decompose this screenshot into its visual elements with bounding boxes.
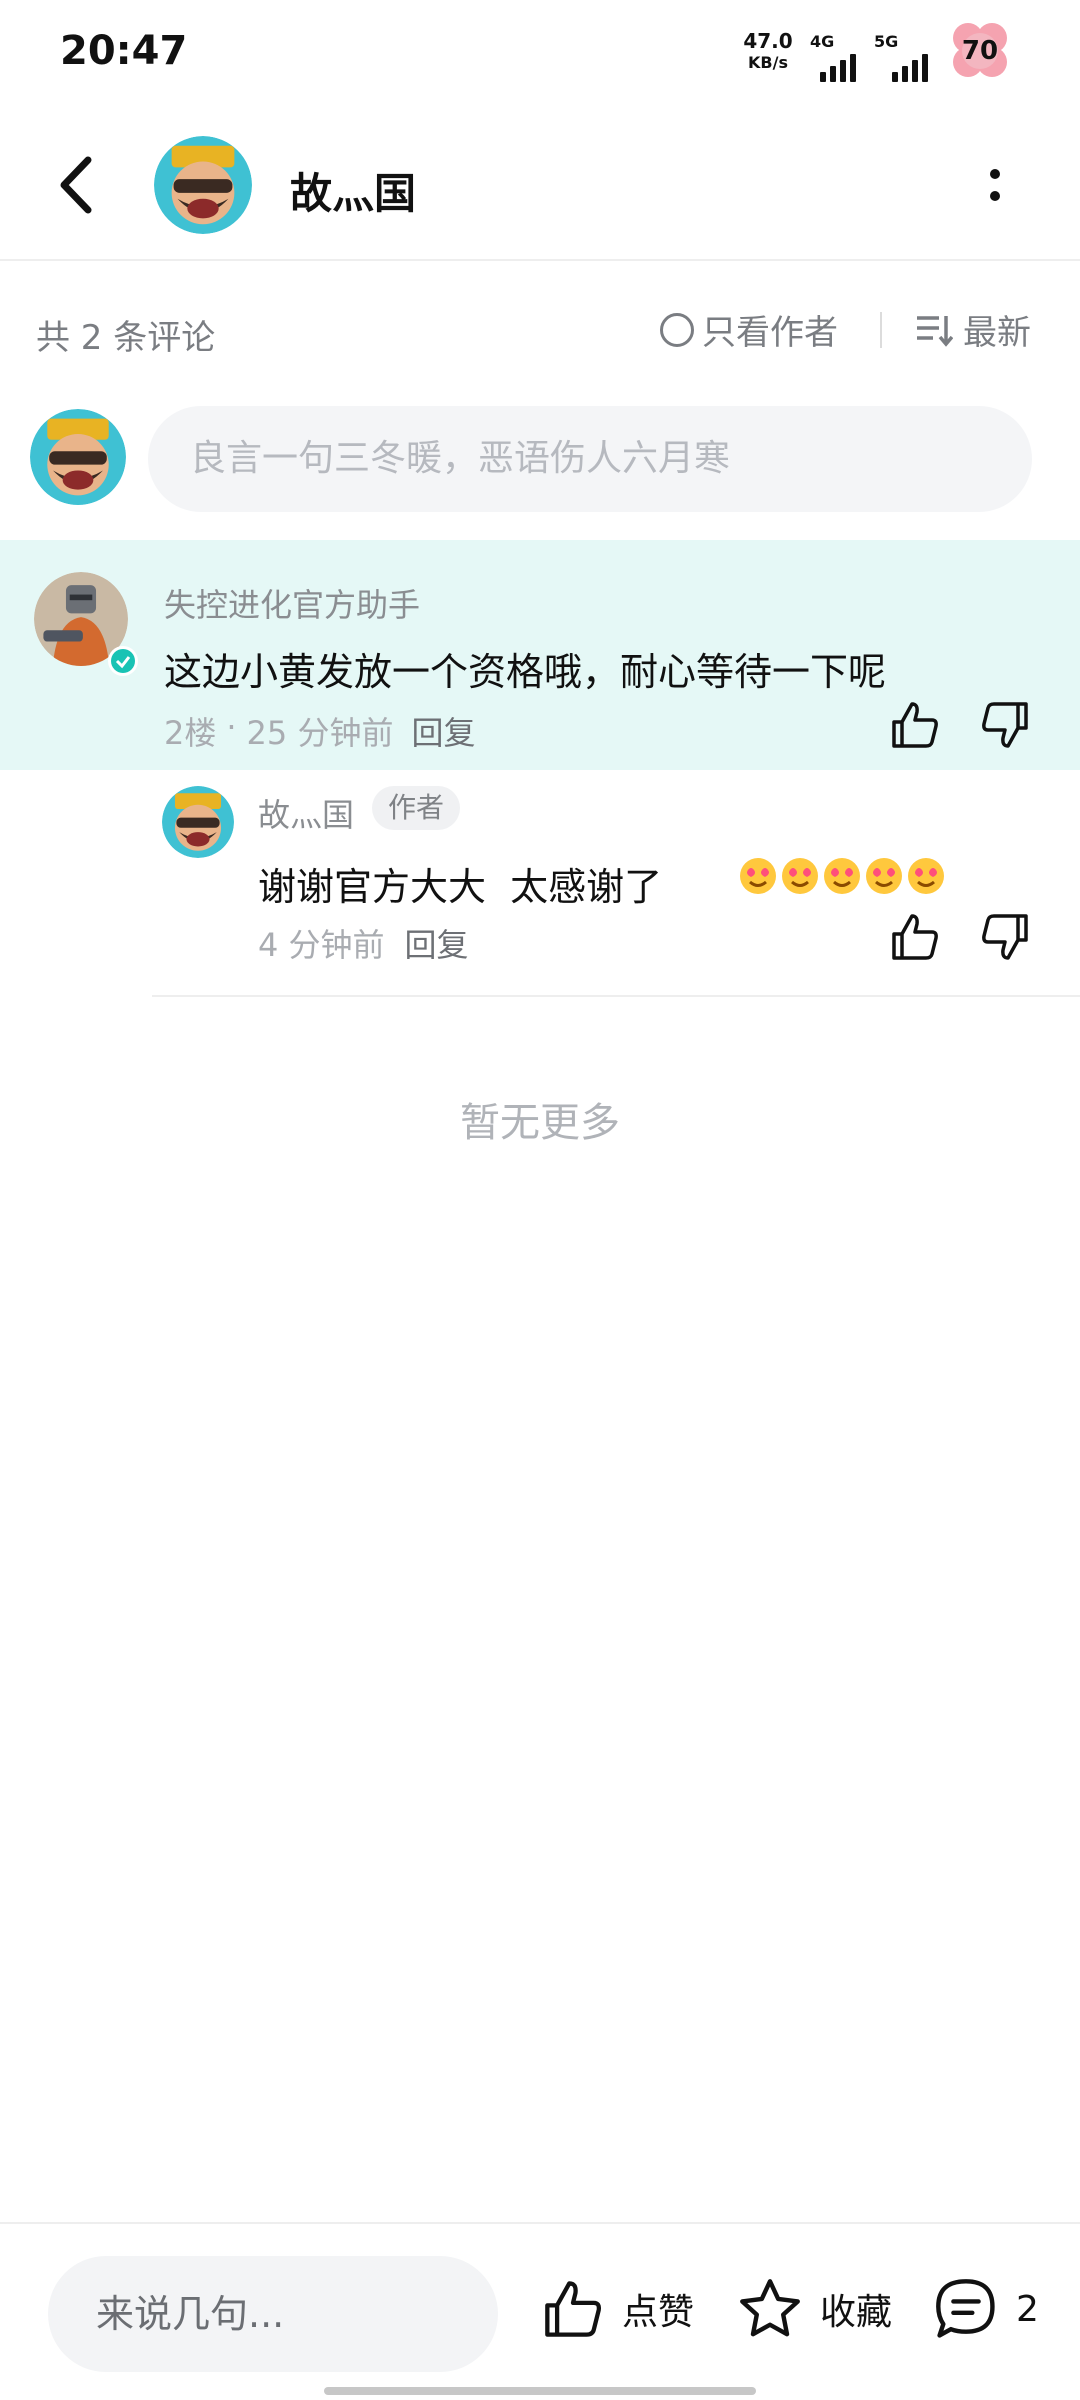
thumbs-up-icon [892,914,938,960]
more-vertical-icon [990,169,1000,201]
verified-check-icon [111,649,135,673]
reply-avatar[interactable] [162,786,234,858]
king-avatar-icon [162,786,234,858]
battery-indicator: 70 [946,22,1014,80]
star-icon [740,2279,800,2337]
bottom-divider [0,2222,1080,2224]
heart-eyes-emoji-icon [740,858,776,894]
king-avatar-icon [30,409,126,505]
status-time: 20:47 [60,28,188,74]
dislike-button[interactable] [978,910,1032,964]
network-speed-unit: KB/s [748,53,788,72]
thumbs-up-icon [545,2281,601,2337]
comment-input[interactable]: 良言一句三冬暖，恶语伤人六月寒 [148,406,1032,512]
heart-eyes-emoji-icon [824,858,860,894]
comment-meta: 2楼 · 25 分钟前 回复 [164,708,475,754]
sort-button[interactable]: 最新 [915,305,1031,354]
thumbs-up-icon [892,702,938,748]
header-divider [0,259,1080,261]
reply-time: 4 分钟前 [258,926,385,964]
header-title: 故灬国 [290,169,417,218]
favorite-label: 收藏 [820,2292,893,2333]
heart-eyes-emoji-icon [866,858,902,894]
heart-eyes-emoji-icon [782,858,818,894]
signal-4g-icon [820,42,856,82]
reply-author[interactable]: 故灬国 [258,790,354,836]
signal-5g-icon [892,42,928,82]
heart-eyes-emoji-icon [908,858,944,894]
toolbar-separator [880,312,882,348]
king-avatar-icon [154,136,252,234]
like-button[interactable] [888,698,942,752]
author-badge: 作者 [372,786,461,830]
no-more-text: 暂无更多 [460,1100,620,1146]
thumbs-down-icon [982,914,1028,960]
comment-count: 共 2 条评论 [36,318,216,358]
author-only-label: 只看作者 [702,313,838,353]
reply-content: 谢谢官方大大 太感谢了 [258,865,663,909]
like-post-button[interactable]: 点赞 [540,2276,694,2342]
meta-dot: · [226,708,237,746]
reply-button[interactable]: 回复 [411,708,475,754]
comments-button[interactable]: 2 [932,2276,1039,2342]
radio-circle-icon [660,312,694,347]
network-speed: 47.0 KB/s [738,30,798,74]
comment-bubble-icon [936,2279,995,2338]
network-speed-value: 47.0 [743,29,793,53]
header-avatar[interactable] [154,136,252,234]
back-button[interactable] [50,150,110,220]
my-avatar[interactable] [30,409,126,505]
sort-icon [917,315,953,347]
comment-floor: 2楼 [164,714,217,752]
thumbs-down-icon [982,702,1028,748]
comments-count: 2 [1016,2288,1039,2330]
comment-author[interactable]: 失控进化官方助手 [164,580,420,626]
dislike-button[interactable] [978,698,1032,752]
emoji-row [738,856,946,896]
reply-meta: 4 分钟前 回复 [258,920,469,966]
author-only-toggle[interactable]: 只看作者 [660,305,838,354]
reply-button[interactable]: 回复 [405,920,469,966]
home-indicator[interactable] [324,2387,756,2395]
like-label: 点赞 [622,2292,695,2333]
verified-badge [108,646,138,676]
more-button[interactable] [980,160,1010,210]
battery-level: 70 [961,36,999,66]
reply-divider [152,995,1080,997]
chevron-left-icon [60,156,92,214]
bottom-comment-input[interactable]: 来说几句... [48,2256,498,2372]
comment-time: 25 分钟前 [246,714,394,752]
like-button[interactable] [888,910,942,964]
sort-label: 最新 [963,313,1031,353]
comment-content: 这边小黄发放一个资格哦，耐心等待一下呢 [164,650,887,694]
favorite-button[interactable]: 收藏 [736,2276,892,2342]
